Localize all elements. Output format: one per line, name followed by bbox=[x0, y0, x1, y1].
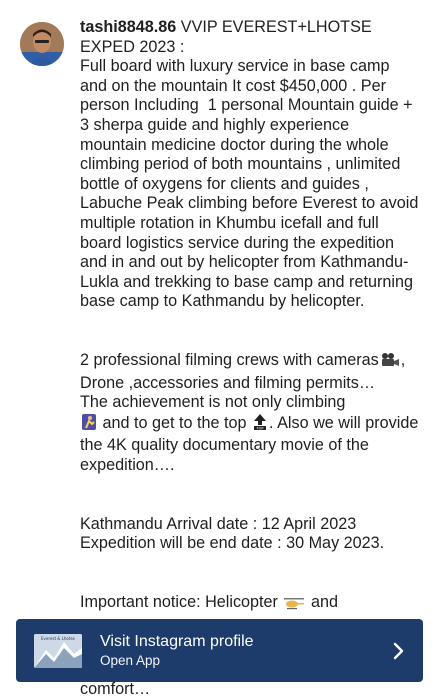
filming-text-a: 2 professional filming crews with camera… bbox=[80, 351, 379, 370]
chevron-right-icon[interactable] bbox=[387, 640, 409, 662]
achievement-text-b: and to get to the top bbox=[98, 413, 251, 432]
movie-camera-icon bbox=[380, 352, 400, 374]
caption-continuation: comfort… bbox=[80, 680, 151, 698]
notice-text-b: and bbox=[306, 593, 338, 612]
achievement-text-a: The achievement is not only climbing bbox=[80, 393, 346, 412]
post-caption: tashi8848.86 VVIP EVEREST+LHOTSE EXPED 2… bbox=[80, 18, 420, 616]
avatar[interactable] bbox=[20, 22, 64, 66]
post-username[interactable]: tashi8848.86 bbox=[80, 18, 176, 36]
svg-text:TOP: TOP bbox=[255, 426, 264, 430]
expedition-thumbnail: Everest & Lhotse bbox=[34, 633, 82, 668]
open-app-link[interactable]: Open App bbox=[100, 652, 387, 670]
thumb-caption: Everest & Lhotse bbox=[41, 636, 76, 641]
notice-text-a: Important notice: Helicopter bbox=[80, 593, 283, 612]
visit-instagram-profile-banner[interactable]: Everest & Lhotse Visit Instagram profile… bbox=[16, 619, 423, 682]
caption-intro: VVIP EVEREST+LHOTSE EXPED 2023 : Full bo… bbox=[80, 18, 419, 311]
end-date: Expedition will be end date : 30 May 202… bbox=[80, 534, 385, 553]
arrival-date: Kathmandu Arrival date : 12 April 2023 bbox=[80, 514, 357, 533]
banner-title: Visit Instagram profile bbox=[100, 632, 254, 650]
helicopter-icon bbox=[283, 596, 305, 616]
climber-icon bbox=[81, 413, 97, 437]
top-arrow-icon: TOP bbox=[252, 413, 268, 437]
